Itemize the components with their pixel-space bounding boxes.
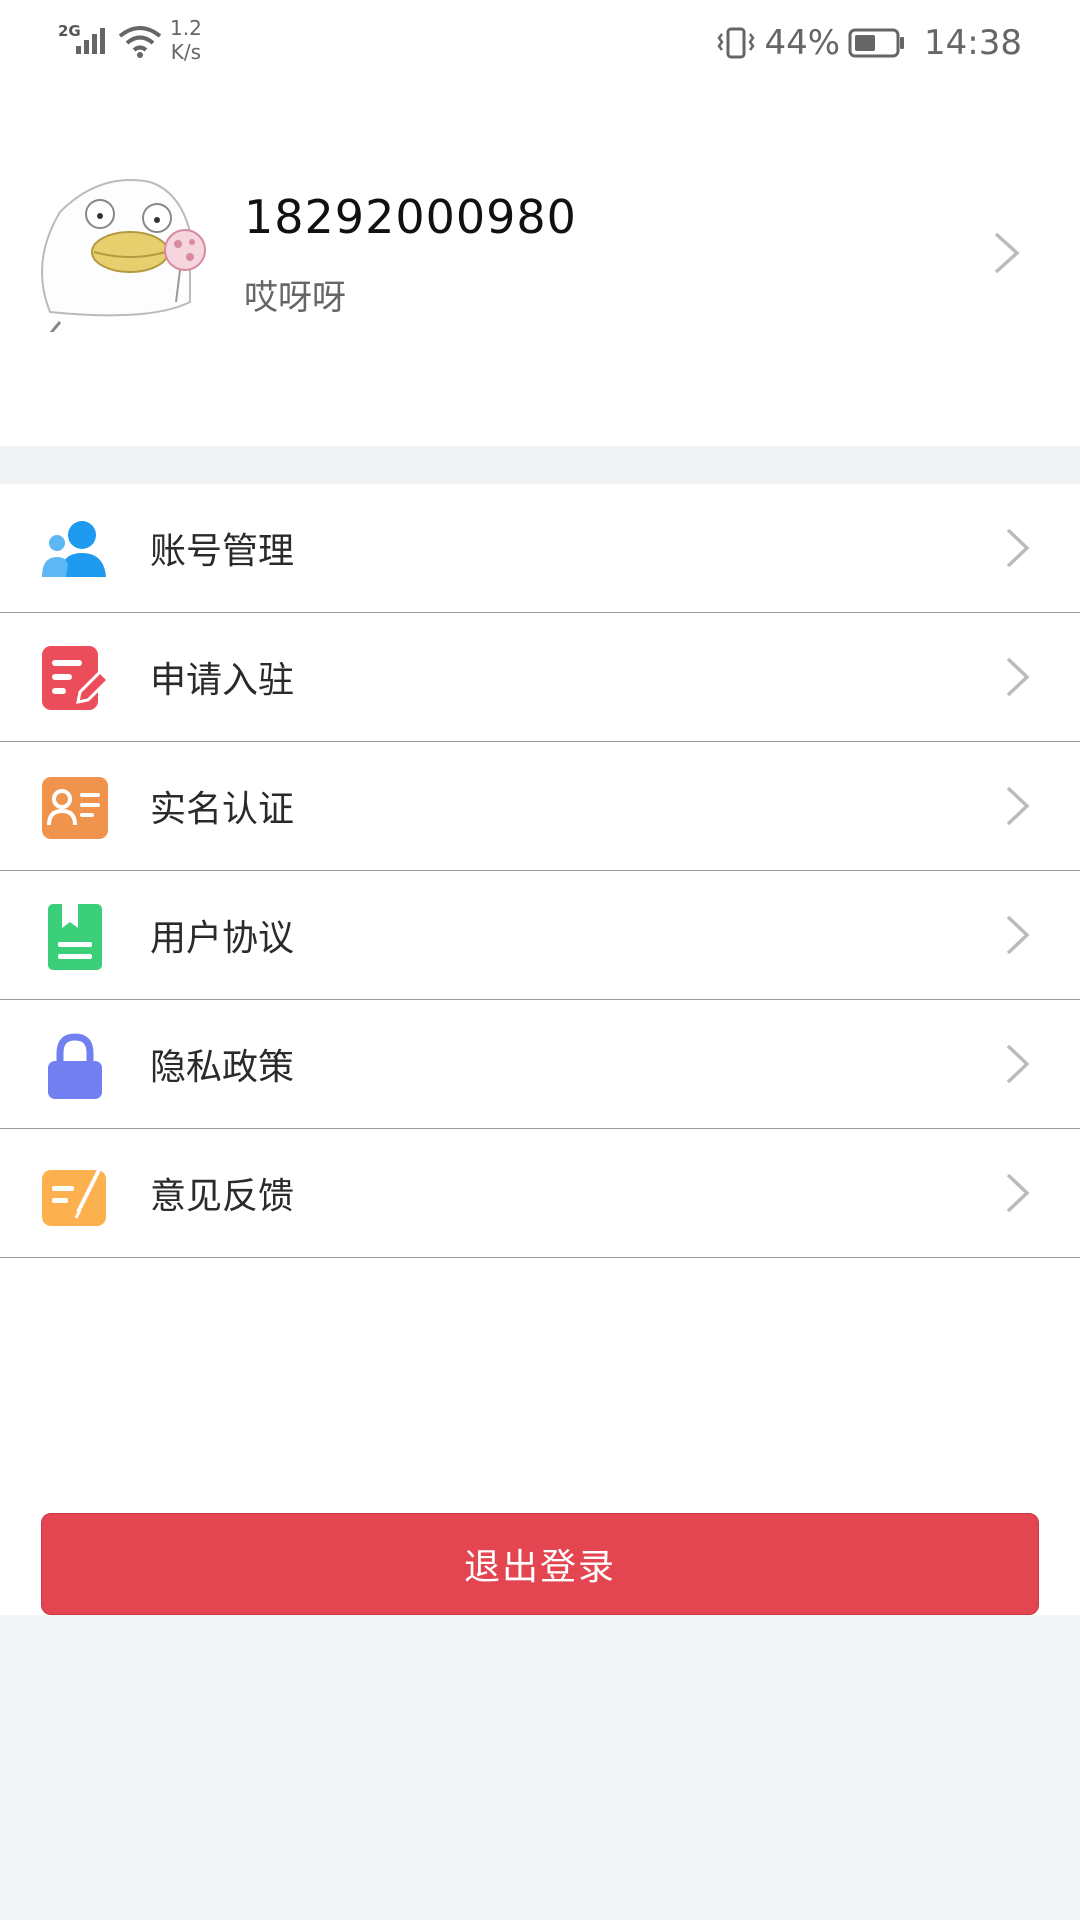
avatar[interactable] xyxy=(30,172,210,332)
menu-item-label: 申请入驻 xyxy=(150,660,295,701)
profile-nickname: 哎呀呀 xyxy=(244,278,346,318)
status-bar: 2G 1.2 K/s 44% 14:38 xyxy=(0,0,1080,86)
network-speed: 1.2 K/s xyxy=(170,16,202,64)
menu-item-privacy[interactable]: 隐私政策 xyxy=(0,1000,1080,1129)
menu-item-real-name[interactable]: 实名认证 xyxy=(0,742,1080,871)
settings-menu: 账号管理 申请入驻 实名认证 用户协议 隐私政策 意见反馈 xyxy=(0,484,1080,1258)
menu-item-label: 账号管理 xyxy=(150,531,295,572)
menu-item-label: 实名认证 xyxy=(150,789,295,830)
menu-item-label: 意见反馈 xyxy=(150,1176,295,1217)
account-icon xyxy=(42,521,106,577)
wifi-icon xyxy=(118,26,162,58)
chevron-right-icon xyxy=(1006,657,1030,697)
menu-item-label: 隐私政策 xyxy=(150,1047,295,1088)
menu-item-feedback[interactable]: 意见反馈 xyxy=(0,1129,1080,1258)
agreement-icon xyxy=(48,904,102,970)
lock-icon xyxy=(48,1033,102,1099)
chevron-right-icon xyxy=(1006,528,1030,568)
feedback-icon xyxy=(42,1163,106,1226)
vibrate-icon xyxy=(717,27,755,59)
menu-item-user-agreement[interactable]: 用户协议 xyxy=(0,871,1080,1000)
menu-item-label: 用户协议 xyxy=(150,918,295,959)
logout-button[interactable]: 退出登录 xyxy=(41,1513,1039,1615)
menu-item-account[interactable]: 账号管理 xyxy=(0,484,1080,613)
chevron-right-icon xyxy=(994,232,1020,274)
status-right: 44% 14:38 xyxy=(716,18,1022,68)
id-card-icon xyxy=(42,777,108,839)
battery-icon xyxy=(848,28,905,58)
apply-icon xyxy=(42,646,110,710)
battery-percent: 44% xyxy=(764,23,841,63)
chevron-right-icon xyxy=(1006,1044,1030,1084)
clock: 14:38 xyxy=(924,23,1022,63)
chevron-right-icon xyxy=(1006,915,1030,955)
signal-icon xyxy=(76,28,105,54)
chevron-right-icon xyxy=(1006,1173,1030,1213)
speed-unit: K/s xyxy=(170,40,202,64)
section-divider xyxy=(0,446,1080,484)
chevron-right-icon xyxy=(1006,786,1030,826)
profile-header[interactable]: 18292000980 哎呀呀 xyxy=(0,150,1080,360)
menu-item-apply[interactable]: 申请入驻 xyxy=(0,613,1080,742)
speed-value: 1.2 xyxy=(170,16,202,40)
profile-phone: 18292000980 xyxy=(244,190,577,244)
